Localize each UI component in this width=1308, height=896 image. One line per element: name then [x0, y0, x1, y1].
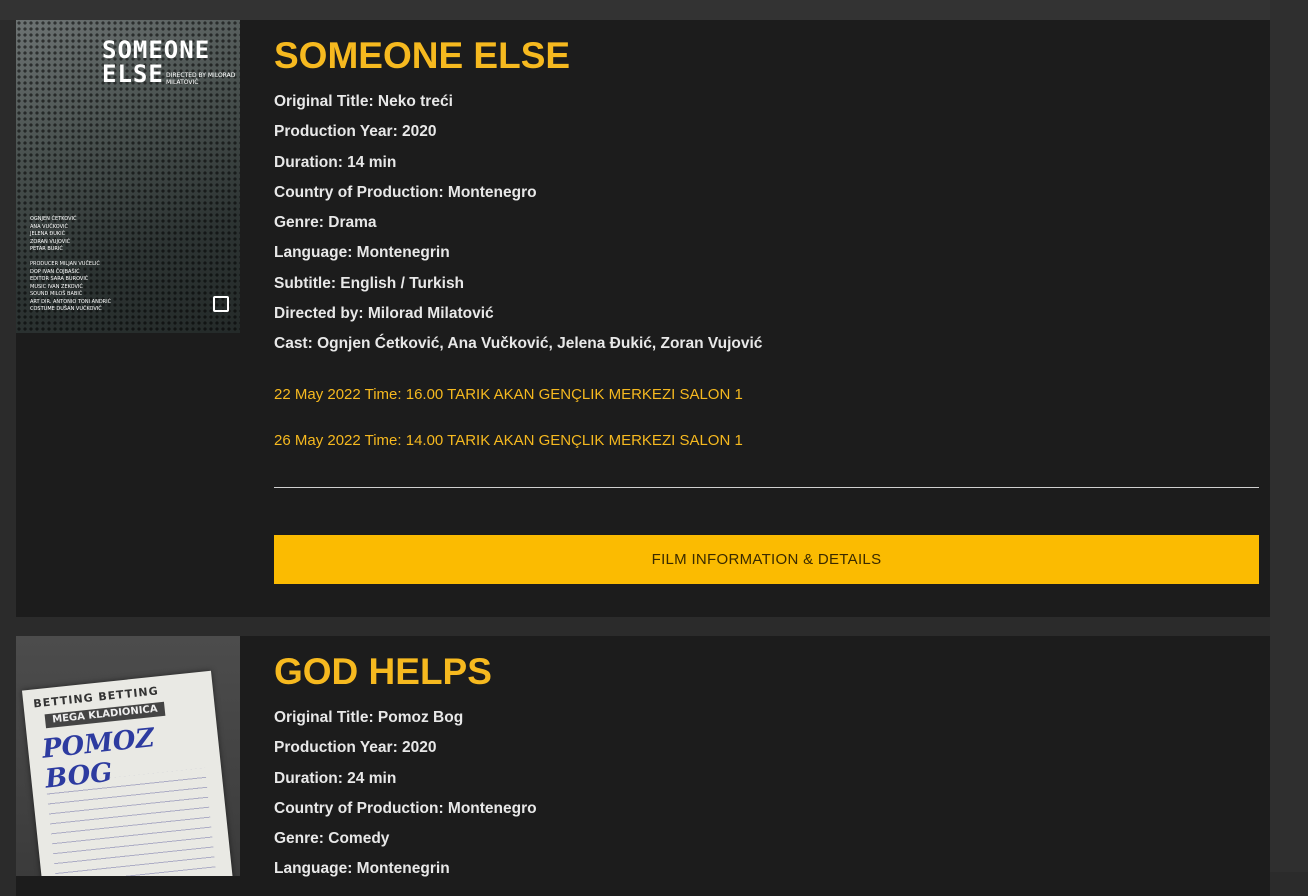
production-year: Production Year: 2020: [274, 739, 437, 757]
directed-by: Directed by: Milorad Milatović: [274, 305, 494, 323]
production-logo-icon: [213, 296, 229, 312]
original-title: Original Title: Neko treći: [274, 93, 453, 110]
film-info: GOD HELPS Original Title: Pomoz Bog Prod…: [274, 650, 1259, 885]
country-of-production: Country of Production: Montenegro: [274, 799, 537, 817]
film-details-button[interactable]: FILM INFORMATION & DETAILS: [274, 534, 1259, 584]
screening-time: 26 May 2022 Time: 14.00 TARIK AKAN GENÇL…: [274, 431, 743, 449]
poster-subtitle: DIRECTED BY MILORAD MILATOVIĆ: [166, 72, 236, 86]
film-info: SOMEONE ELSE Original Title: Neko treći …: [274, 34, 1259, 584]
language: Language: Montenegrin: [274, 860, 450, 878]
betting-ticket-illustration: BETTING BETTING MEGA KLADIONICA POMOZ BO…: [21, 670, 237, 876]
subtitle: Subtitle: English / Turkish: [274, 274, 465, 292]
divider: [274, 486, 1259, 488]
film-poster-image[interactable]: BETTING BETTING MEGA KLADIONICA POMOZ BO…: [16, 636, 240, 876]
original-title: Original Title: Pomoz Bog: [274, 709, 464, 726]
page-right-gutter: [1270, 0, 1308, 872]
duration: Duration: 24 min: [274, 769, 397, 787]
duration: Duration: 14 min: [274, 153, 397, 171]
genre: Genre: Drama: [274, 214, 377, 232]
production-year: Production Year: 2020: [274, 123, 437, 141]
cast: Cast: Ognjen Ćetković, Ana Vučković, Jel…: [274, 335, 763, 353]
film-card: BETTING BETTING MEGA KLADIONICA POMOZ BO…: [16, 636, 1270, 896]
language: Language: Montenegrin: [274, 244, 450, 262]
screening-time: 22 May 2022 Time: 16.00 TARIK AKAN GENÇL…: [274, 385, 743, 403]
film-title[interactable]: SOMEONE ELSE: [274, 34, 1259, 78]
ticket-lines: [45, 767, 219, 876]
country-of-production: Country of Production: Montenegro: [274, 183, 537, 201]
film-poster-image[interactable]: SOMEONE ELSE DIRECTED BY MILORAD MILATOV…: [16, 20, 240, 333]
poster-credits: OGNJEN ĆETKOVIĆ ANA VUČKOVIĆ JELENA ĐUKI…: [30, 216, 112, 312]
film-title[interactable]: GOD HELPS: [274, 650, 1259, 694]
page-top-band: [0, 0, 1308, 20]
genre: Genre: Comedy: [274, 830, 390, 848]
film-card: SOMEONE ELSE DIRECTED BY MILORAD MILATOV…: [16, 20, 1270, 617]
